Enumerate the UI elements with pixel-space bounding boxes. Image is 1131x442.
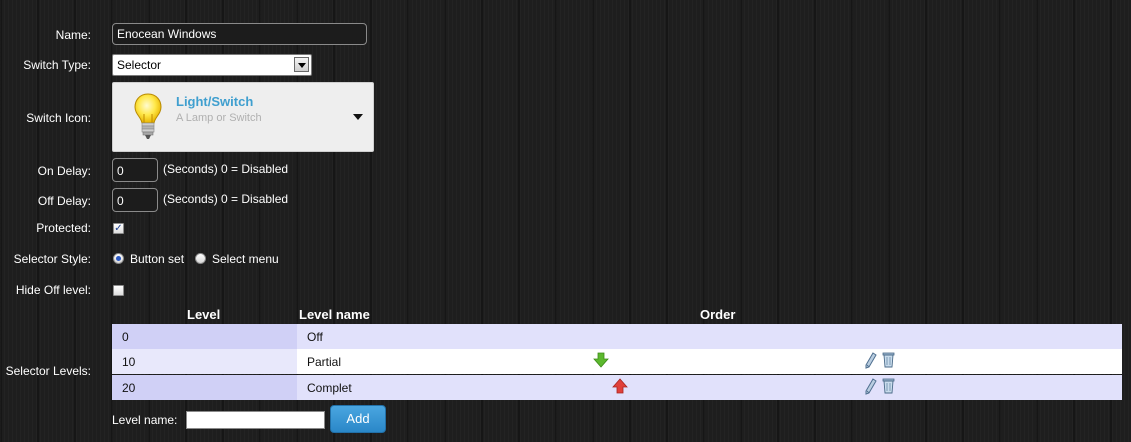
hide-off-level-checkbox[interactable] <box>113 285 124 296</box>
table-row: 20 Complet <box>112 375 1122 400</box>
switch-type-select[interactable]: Selector <box>112 54 312 76</box>
off-delay-label: Off Delay: <box>37 194 91 208</box>
switch-type-value: Selector <box>117 58 162 72</box>
button-set-radio[interactable] <box>113 253 124 264</box>
lightbulb-icon <box>134 93 162 139</box>
caret-down-icon[interactable] <box>353 114 363 120</box>
level-value: 20 <box>122 381 136 395</box>
name-input[interactable]: Enocean Windows <box>112 23 367 45</box>
select-menu-label: Select menu <box>212 252 279 266</box>
on-delay-hint: (Seconds) 0 = Disabled <box>163 162 289 176</box>
on-delay-label: On Delay: <box>37 164 91 178</box>
button-set-label: Button set <box>130 252 185 266</box>
column-header-level: Level <box>187 307 221 322</box>
switch-type-label: Switch Type: <box>23 58 91 72</box>
icon-title: Light/Switch <box>176 94 254 109</box>
off-delay-hint: (Seconds) 0 = Disabled <box>163 192 289 206</box>
trash-icon[interactable] <box>882 351 895 368</box>
level-name: Complet <box>307 381 352 395</box>
selector-levels-label: Selector Levels: <box>5 364 91 378</box>
level-name: Off <box>307 330 323 344</box>
level-name: Partial <box>307 355 342 369</box>
new-level-name-input[interactable] <box>186 411 325 429</box>
column-header-level-name: Level name <box>299 307 370 322</box>
level-value: 10 <box>122 355 136 369</box>
trash-icon[interactable] <box>882 377 895 394</box>
arrow-down-icon[interactable] <box>593 352 609 368</box>
switch-icon-picker[interactable]: Light/Switch A Lamp or Switch <box>112 82 374 152</box>
protected-label: Protected: <box>36 221 91 235</box>
on-delay-input[interactable]: 0 <box>112 158 158 182</box>
table-row: 10 Partial <box>112 349 1122 374</box>
column-header-order: Order <box>700 307 736 322</box>
table-row: 0 Off <box>112 324 1122 349</box>
icon-description: A Lamp or Switch <box>176 112 262 124</box>
selector-style-label: Selector Style: <box>13 252 91 266</box>
switch-icon-label: Switch Icon: <box>26 111 91 125</box>
new-level-label: Level name: <box>112 413 178 427</box>
pencil-icon[interactable] <box>865 378 877 395</box>
name-label: Name: <box>55 28 91 42</box>
chevron-down-icon[interactable] <box>294 57 309 72</box>
off-delay-input[interactable]: 0 <box>112 188 158 212</box>
add-level-button[interactable]: Add <box>330 405 386 433</box>
level-value: 0 <box>122 330 129 344</box>
arrow-up-icon[interactable] <box>612 378 628 394</box>
pencil-icon[interactable] <box>865 352 877 369</box>
protected-checkbox[interactable]: ✓ <box>113 223 124 234</box>
select-menu-radio[interactable] <box>195 253 206 264</box>
hide-off-level-label: Hide Off level: <box>15 283 91 297</box>
